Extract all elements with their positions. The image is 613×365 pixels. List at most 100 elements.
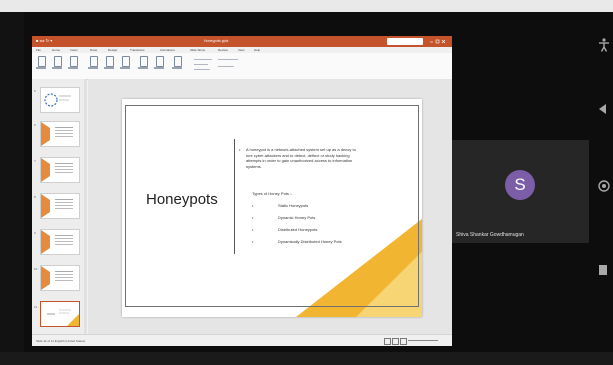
ribbon-label [154,67,164,69]
slide-thumbnail[interactable] [40,229,80,255]
ribbon-button-icon[interactable] [122,56,130,67]
reading-view-icon[interactable] [400,338,407,345]
type-item: Dynamically Distributed Honey Pots [278,239,342,244]
slide-sorter-icon[interactable] [392,338,399,345]
ribbon-button-icon[interactable] [90,56,98,67]
thumbnail-lines [55,271,73,272]
home-icon[interactable] [598,180,610,195]
participant-name: Shiva Shankar Gowdhamugan [456,232,524,238]
type-item: Static Honeypots [278,203,309,208]
powerpoint-window: ■ ◂ ▸ ↻ ▾ Honeypots.pptx File Home Inser… [32,36,452,346]
slide-thumbnail[interactable] [40,193,80,219]
current-slide[interactable]: Honeypots • A honeypot is a network-atta… [122,99,422,317]
thumbnail-lines [55,127,73,128]
ribbon-label [120,67,130,69]
bullet-dot: • [252,227,254,232]
window-title: Honeypots.pptx [204,39,229,43]
window-control-icons [430,39,446,44]
bullet-dot: • [239,147,241,152]
accessibility-glyph [599,38,609,52]
ribbon-button-icon[interactable] [140,56,148,67]
search-box[interactable] [387,38,423,45]
zoom-slider[interactable] [408,340,438,341]
status-text: Slide 11 of 11 English (United States) [36,339,86,343]
accessibility-icon[interactable] [598,38,610,55]
tab-review[interactable]: Review [218,48,228,52]
recents-glyph [599,265,607,275]
thumbnail-wedge [41,122,50,146]
ribbon-button-icon[interactable] [38,56,46,67]
types-heading: Types of Honey Pots :- [252,191,293,196]
normal-view-icon[interactable] [384,338,391,345]
ribbon-button-icon[interactable] [70,56,78,67]
type-item: Distributed Honeypots [278,227,318,232]
quick-access-toolbar[interactable]: ■ ◂ ▸ ↻ ▾ [36,38,52,43]
ribbon-option[interactable] [194,59,212,60]
ribbon-label [68,67,78,69]
ribbon-button-icon[interactable] [54,56,62,67]
thumbnail-wedge [41,194,50,218]
ribbon-label [104,67,114,69]
slide-thumbnail-pane: 5 6 7 8 9 10 11 [32,79,84,334]
thumbnail-lines [55,163,73,164]
thumbnail-wedge [41,266,50,290]
slide-divider [234,139,235,254]
tab-view[interactable]: View [238,48,244,52]
status-bar: Slide 11 of 11 English (United States) [32,334,452,346]
tab-home[interactable]: Home [52,48,60,52]
ribbon-button-icon[interactable] [106,56,114,67]
slide-number: 5 [34,89,36,93]
bullet-dot: • [252,239,254,244]
ribbon-option[interactable] [218,59,238,60]
back-icon[interactable] [598,103,608,118]
slide-title: Honeypots [146,191,218,208]
thumbnail-lines [55,199,73,200]
ribbon-label [52,67,62,69]
thumbnail-wedge [41,158,50,182]
tab-transitions[interactable]: Transitions [130,48,145,52]
slide-thumbnail[interactable] [40,157,80,183]
tab-insert[interactable]: Insert [70,48,78,52]
participant-tile[interactable]: S Shiva Shankar Gowdhamugan [452,140,589,243]
tab-slide-show[interactable]: Slide Show [190,48,205,52]
top-strip [0,0,613,12]
tab-draw[interactable]: Draw [90,48,97,52]
tab-animations[interactable]: Animations [160,48,175,52]
type-item: Dynamic Honey Pots [278,215,316,220]
slide-thumbnail[interactable] [40,87,80,113]
ribbon-button-icon[interactable] [156,56,164,67]
window-controls[interactable] [428,38,448,45]
ribbon [32,53,452,80]
thumbnail-lines [55,235,73,236]
ribbon-button-icon[interactable] [174,56,182,67]
ribbon-option[interactable] [194,69,210,70]
slide-number: 11 [34,305,38,309]
bottom-band [0,352,613,365]
tab-design[interactable]: Design [108,48,117,52]
tab-help[interactable]: Help [254,48,260,52]
tab-file[interactable]: File [36,48,41,52]
slide-thumbnail[interactable] [40,265,80,291]
ribbon-label [36,67,46,69]
slide-thumbnail[interactable] [40,121,80,147]
slide-number: 8 [34,195,36,199]
ribbon-label [88,67,98,69]
bullet-dot: • [252,203,254,208]
ribbon-option[interactable] [218,66,234,67]
thumbnail-wedge [41,230,50,254]
view-controls [354,338,444,345]
ribbon-label [138,67,148,69]
home-glyph [598,180,610,192]
avatar: S [505,170,535,200]
thumbnail-preview [47,309,79,326]
bullet-dot: • [252,215,254,220]
recents-icon[interactable] [598,264,608,279]
slide-canvas: Honeypots • A honeypot is a network-atta… [88,79,452,334]
left-strip [0,12,24,365]
ribbon-option[interactable] [194,64,208,65]
thumbnail-scrollbar[interactable] [84,79,87,334]
title-bar: ■ ◂ ▸ ↻ ▾ Honeypots.pptx [32,36,452,47]
slide-number: 10 [34,267,38,271]
diagram-icon [44,93,71,107]
slide-thumbnail-selected[interactable] [40,301,80,327]
